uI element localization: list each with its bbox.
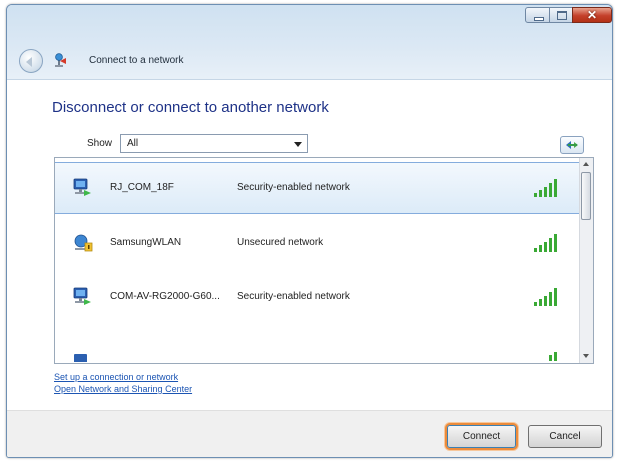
network-list[interactable]: RJ_COM_18F Security-enabled network Sams… [54,157,594,364]
network-row[interactable]: SamsungWLAN Unsecured network [55,218,582,270]
arrow-down-icon [583,354,589,358]
setup-connection-link[interactable]: Set up a connection or network [54,372,178,382]
show-selected-value: All [127,138,139,149]
signal-strength-icon [534,288,557,306]
connect-to-network-window: ✕ Connect to a network Disconnect or con… [6,4,613,458]
minimize-icon [534,17,544,21]
refresh-button[interactable] [560,136,584,154]
back-arrow-icon [26,57,32,67]
network-status: Security-enabled network [237,182,350,193]
page-heading: Disconnect or connect to another network [52,99,329,116]
secured-network-icon [73,287,91,305]
maximize-icon [557,11,567,20]
network-status: Unsecured network [237,237,324,248]
network-row[interactable] [55,326,582,363]
network-sharing-center-link[interactable]: Open Network and Sharing Center [54,384,192,394]
scroll-down-button[interactable] [580,350,593,363]
close-button[interactable]: ✕ [572,7,612,23]
title-bar: ✕ Connect to a network [7,5,612,80]
secured-network-icon [73,178,91,196]
network-globe-icon [55,53,66,67]
network-row[interactable]: COM-AV-RG2000-G60... Security-enabled ne… [55,272,582,324]
close-icon: ✕ [586,8,598,22]
signal-strength-icon [534,179,557,197]
cancel-button[interactable]: Cancel [528,425,602,448]
vertical-scrollbar[interactable] [579,158,593,363]
chevron-down-icon [294,142,302,147]
network-status: Security-enabled network [237,291,350,302]
scroll-up-button[interactable] [580,158,593,171]
show-label: Show [87,138,113,149]
signal-strength-icon [534,234,557,252]
show-filter-dropdown[interactable]: All [120,134,308,153]
dialog-footer: Connect Cancel [7,410,612,457]
signal-strength-icon [549,352,557,361]
scroll-thumb[interactable] [581,172,591,220]
network-icon [74,354,87,362]
maximize-button[interactable] [549,7,573,23]
network-name: RJ_COM_18F [110,182,174,193]
network-row[interactable]: RJ_COM_18F Security-enabled network [55,162,582,214]
network-name: SamsungWLAN [110,237,182,248]
minimize-button[interactable] [525,7,550,23]
arrow-up-icon [583,162,589,166]
unsecured-network-icon [74,234,93,252]
connect-button[interactable]: Connect [447,425,516,448]
refresh-icon [566,141,578,149]
window-title: Connect to a network [89,55,184,66]
back-button[interactable] [19,49,43,73]
network-name: COM-AV-RG2000-G60... [110,291,220,302]
